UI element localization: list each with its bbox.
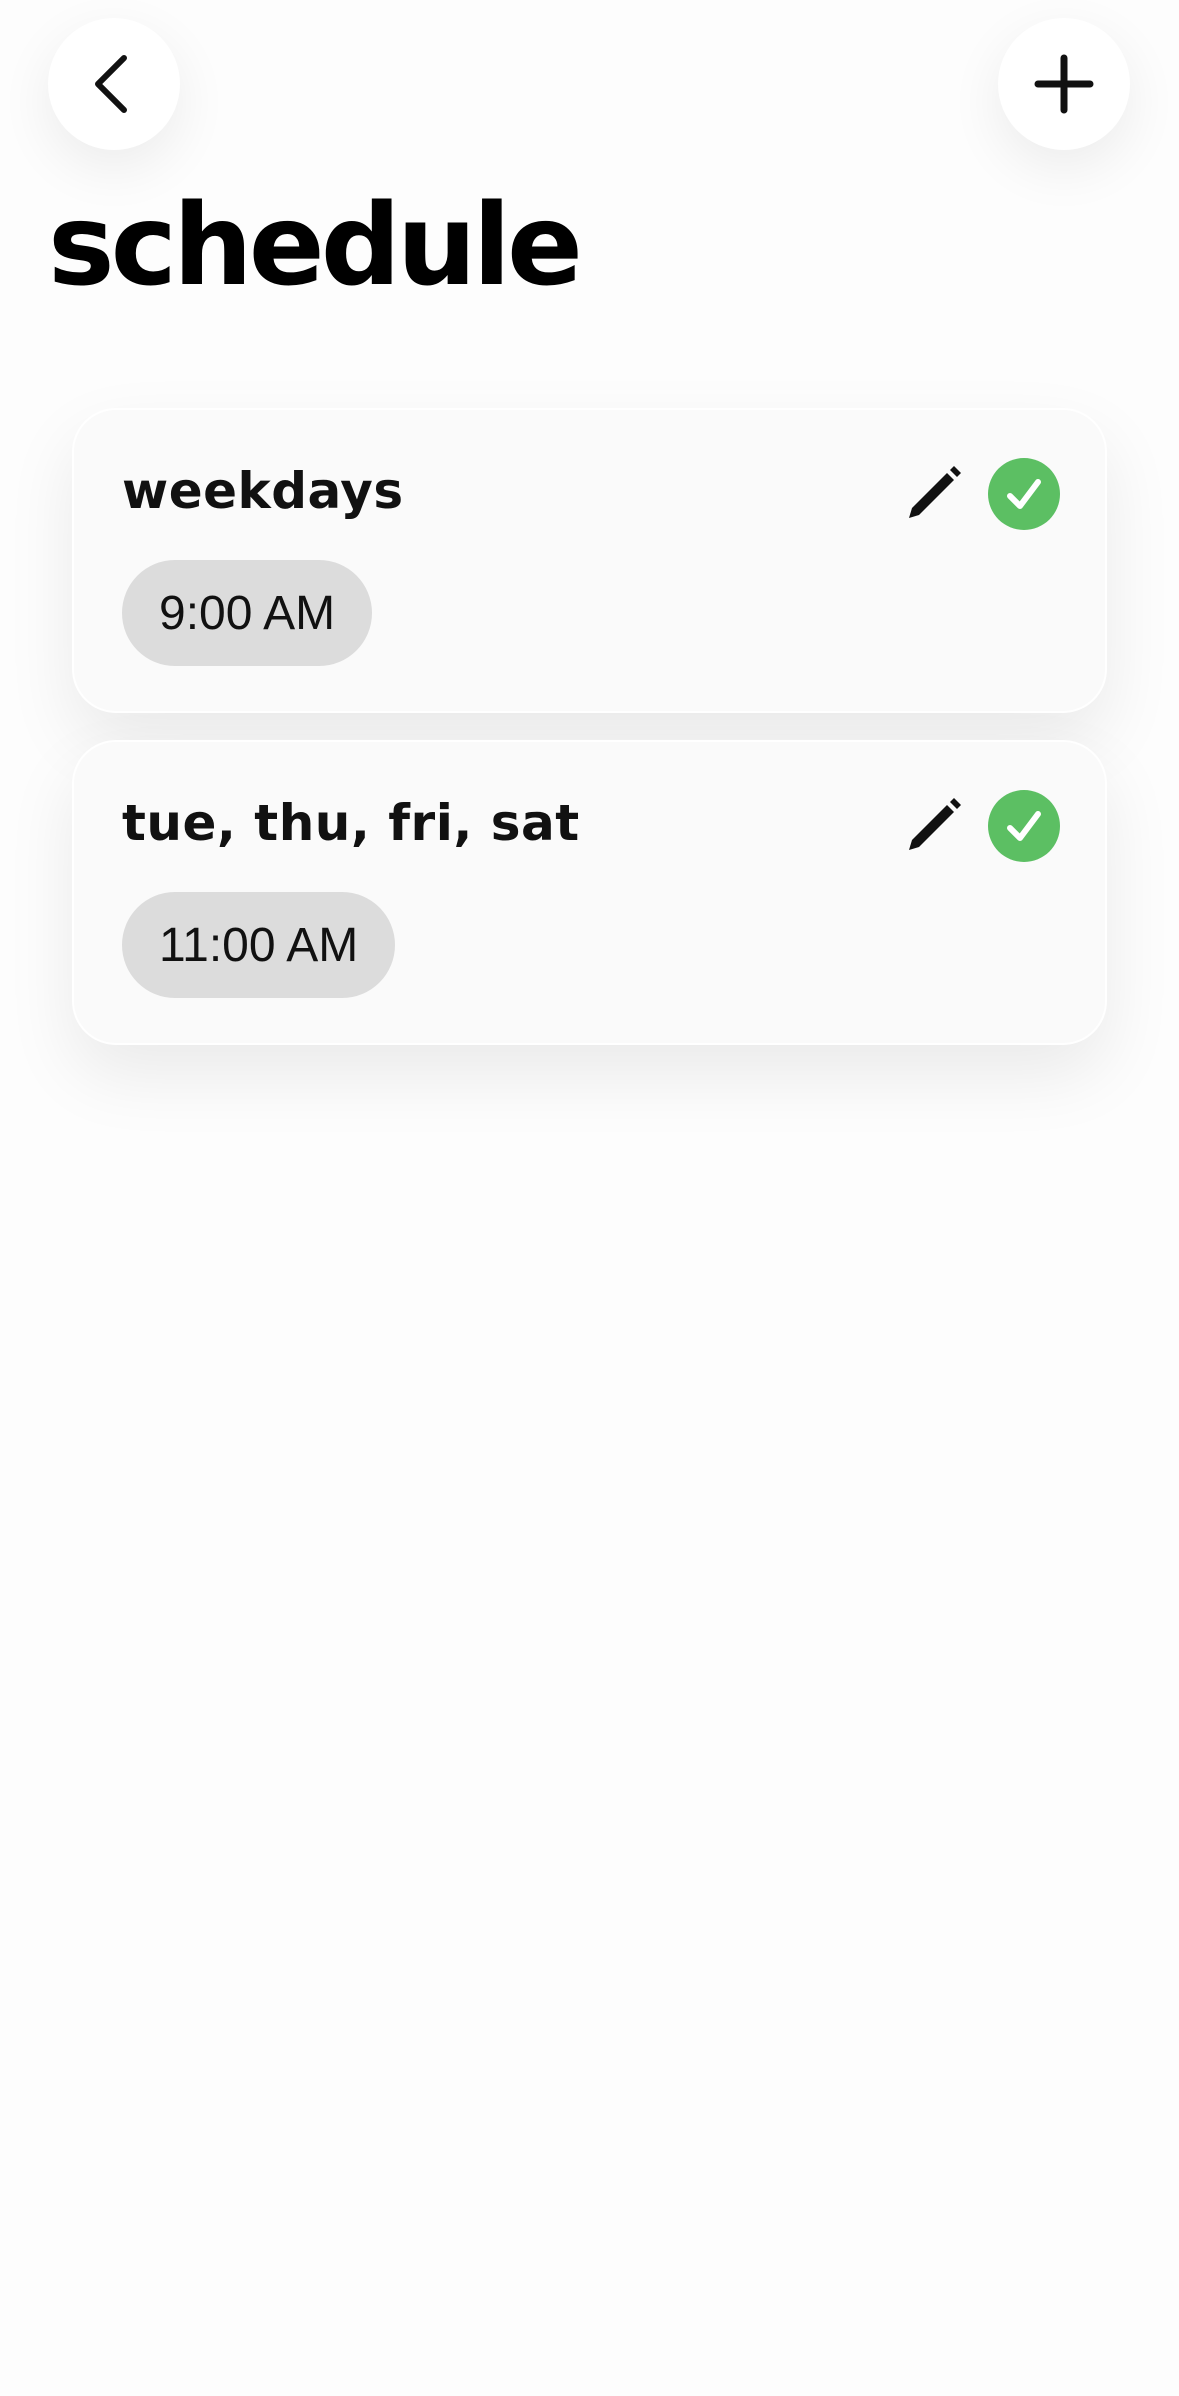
schedule-card[interactable]: weekdays 9:00 AM [72, 408, 1107, 713]
schedule-title: weekdays [122, 462, 404, 520]
schedule-time-chip[interactable]: 11:00 AM [122, 892, 396, 998]
check-circle-icon [988, 790, 1060, 862]
schedule-time-chip[interactable]: 9:00 AM [122, 560, 373, 666]
schedule-title: tue, thu, fri, sat [122, 794, 580, 852]
pencil-icon [909, 798, 961, 850]
schedule-list: weekdays 9:00 AM tue, thu, fri, sat 11:0… [72, 408, 1107, 1072]
schedule-card[interactable]: tue, thu, fri, sat 11:00 AM [72, 740, 1107, 1045]
chevron-left-icon [95, 55, 127, 113]
schedule-enabled-toggle[interactable] [988, 458, 1060, 530]
pencil-icon [909, 466, 961, 518]
schedule-enabled-toggle[interactable] [988, 790, 1060, 862]
check-circle-icon [988, 458, 1060, 530]
edit-schedule-button[interactable] [901, 794, 965, 858]
plus-icon [1034, 54, 1094, 114]
back-button[interactable] [48, 18, 180, 150]
edit-schedule-button[interactable] [901, 462, 965, 526]
page-title: schedule [48, 181, 583, 311]
add-button[interactable] [998, 18, 1130, 150]
